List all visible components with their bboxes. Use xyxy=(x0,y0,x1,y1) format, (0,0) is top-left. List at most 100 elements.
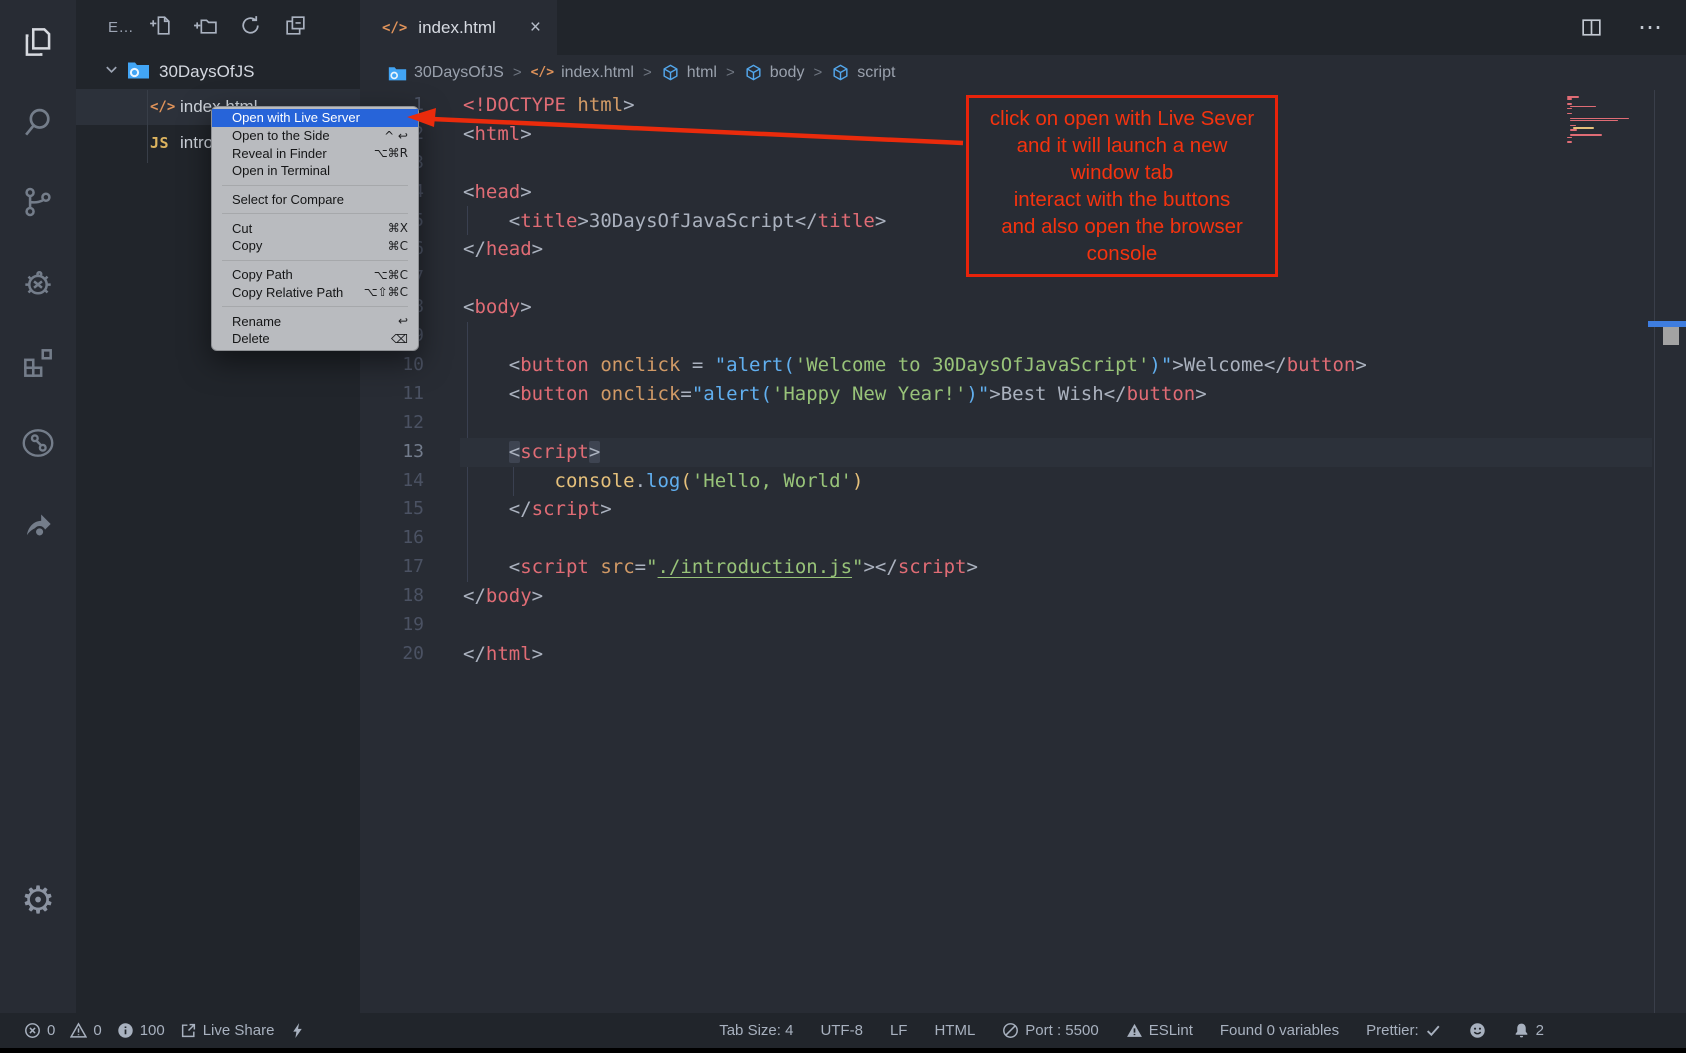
status-lightning[interactable] xyxy=(289,1022,306,1039)
status-label: Port : 5500 xyxy=(1025,1022,1098,1039)
menu-item-copy-path[interactable]: Copy Path⌥⌘C xyxy=(212,266,418,284)
folder-icon xyxy=(127,60,150,84)
menu-item-copy-relative-path[interactable]: Copy Relative Path⌥⇧⌘C xyxy=(212,284,418,302)
status-label: HTML xyxy=(934,1022,975,1039)
menu-item-rename[interactable]: Rename↩ xyxy=(212,312,418,330)
menu-item-delete[interactable]: Delete⌫ xyxy=(212,330,418,348)
status-smiley[interactable] xyxy=(1469,1022,1486,1039)
js-file-icon: JS xyxy=(150,134,180,152)
status-label: Prettier: xyxy=(1366,1022,1419,1039)
explorer-title: E… xyxy=(108,19,134,36)
eslint-warning-icon xyxy=(1126,1022,1143,1039)
extensions-icon[interactable] xyxy=(0,335,76,391)
menu-item-select-for-compare[interactable]: Select for Compare xyxy=(212,191,418,209)
code-line: 16 xyxy=(360,524,1686,553)
status-label: Tab Size: 4 xyxy=(719,1022,793,1039)
line-number: 14 xyxy=(360,467,424,496)
menu-item-open-in-terminal[interactable]: Open in Terminal xyxy=(212,162,418,180)
port-slash-icon xyxy=(1002,1022,1019,1039)
code-line: 10 <button onclick = "alert('Welcome to … xyxy=(360,351,1686,380)
annotation-line: click on open with Live Sever xyxy=(973,105,1271,132)
status-label: 100 xyxy=(140,1022,165,1039)
menu-item-open-to-the-side[interactable]: Open to the Side^ ↩ xyxy=(212,127,418,145)
line-number: 11 xyxy=(360,380,424,409)
new-folder-icon[interactable] xyxy=(193,13,218,43)
menu-item-cut[interactable]: Cut⌘X xyxy=(212,219,418,237)
status-100[interactable]: 100 xyxy=(117,1022,165,1039)
status-found-0-variables[interactable]: Found 0 variables xyxy=(1220,1022,1339,1039)
refresh-explorer-icon[interactable] xyxy=(238,13,263,43)
status-0[interactable]: 0 xyxy=(24,1022,55,1039)
menu-item-reveal-in-finder[interactable]: Reveal in Finder⌥⌘R xyxy=(212,144,418,162)
line-number: 16 xyxy=(360,524,424,553)
more-actions-icon[interactable]: ⋯ xyxy=(1638,13,1664,42)
breadcrumb-item-script[interactable]: script xyxy=(831,63,895,82)
breadcrumb-separator: > xyxy=(813,64,822,81)
scrollbar-handle[interactable] xyxy=(1663,327,1679,345)
search-icon[interactable] xyxy=(0,94,76,150)
html-file-icon: </> xyxy=(150,99,180,115)
new-file-icon[interactable] xyxy=(148,13,173,43)
line-number: 10 xyxy=(360,351,424,380)
explorer-icon[interactable] xyxy=(0,14,76,70)
breadcrumb-item-folder[interactable]: 30DaysOfJS xyxy=(388,64,504,82)
share-icon[interactable] xyxy=(0,496,76,552)
status-label: UTF-8 xyxy=(820,1022,863,1039)
menu-separator xyxy=(212,180,418,191)
symbol-cube-icon xyxy=(661,63,680,82)
breadcrumb-item-body[interactable]: body xyxy=(744,63,805,82)
status-tab-size-4[interactable]: Tab Size: 4 xyxy=(719,1022,793,1039)
tab-bar: </> index.html × xyxy=(360,0,1686,55)
status-0[interactable]: 0 xyxy=(70,1022,101,1039)
status-eslint[interactable]: ESLint xyxy=(1126,1022,1193,1039)
split-editor-icon[interactable] xyxy=(1579,15,1604,40)
status-label: Live Share xyxy=(203,1022,275,1039)
status-label: 0 xyxy=(93,1022,101,1039)
breadcrumb-item-html[interactable]: html xyxy=(661,63,717,82)
line-number: 15 xyxy=(360,495,424,524)
code-line: 15 </script> xyxy=(360,495,1686,524)
menu-item-open-with-live-server[interactable]: Open with Live Server xyxy=(212,109,418,127)
status-label: LF xyxy=(890,1022,908,1039)
live-share-export-icon xyxy=(180,1022,197,1039)
bell-icon xyxy=(1513,1022,1530,1039)
status-label: Found 0 variables xyxy=(1220,1022,1339,1039)
status-lf[interactable]: LF xyxy=(890,1022,908,1039)
status-label: ESLint xyxy=(1149,1022,1193,1039)
sidebar-item-root-folder[interactable]: 30DaysOfJS xyxy=(76,55,360,89)
status-port-5500[interactable]: Port : 5500 xyxy=(1002,1022,1098,1039)
menu-item-copy[interactable]: Copy⌘C xyxy=(212,237,418,255)
activity-bar: ⚙ xyxy=(0,0,76,1013)
source-control-icon[interactable] xyxy=(0,174,76,230)
context-menu: Open with Live ServerOpen to the Side^ ↩… xyxy=(211,106,419,351)
code-line: 19 xyxy=(360,611,1686,640)
status-utf-8[interactable]: UTF-8 xyxy=(820,1022,863,1039)
breadcrumb-item-file[interactable]: </> index.html xyxy=(531,64,634,82)
html-file-icon: </> xyxy=(382,20,407,36)
tab-label: index.html xyxy=(418,18,522,38)
settings-gear-icon[interactable]: ⚙ xyxy=(0,872,76,928)
live-share-circle-icon[interactable] xyxy=(0,415,76,471)
tree-indent-guide xyxy=(147,90,148,163)
close-icon[interactable]: × xyxy=(522,17,541,39)
annotation-line: and also open the browser xyxy=(973,213,1271,240)
code-line: 20</html> xyxy=(360,640,1686,669)
minimap[interactable] xyxy=(1567,96,1653,144)
collapse-folders-icon[interactable] xyxy=(283,13,308,43)
lightning-icon xyxy=(289,1022,306,1039)
status-html[interactable]: HTML xyxy=(934,1022,975,1039)
editor-actions: ⋯ xyxy=(1579,0,1664,55)
code-line: 17 <script src="./introduction.js"></scr… xyxy=(360,553,1686,582)
menu-separator xyxy=(212,208,418,219)
menu-separator xyxy=(212,255,418,266)
vscode-window: ⚙ E… xyxy=(0,0,1686,1053)
run-and-debug-icon[interactable] xyxy=(0,255,76,311)
check-icon xyxy=(1425,1022,1442,1039)
annotation-line: and it will launch a new xyxy=(973,132,1271,159)
tab-index-html[interactable]: </> index.html × xyxy=(360,0,557,55)
status-live-share[interactable]: Live Share xyxy=(180,1022,275,1039)
status-bar: 0 0 100 Live Share Tab Size: 4 UTF-8 LF HTML Po… xyxy=(0,1013,1686,1048)
status-2[interactable]: 2 xyxy=(1513,1022,1544,1039)
status-prettier-[interactable]: Prettier: xyxy=(1366,1022,1442,1039)
annotation-line: window tab xyxy=(973,159,1271,186)
